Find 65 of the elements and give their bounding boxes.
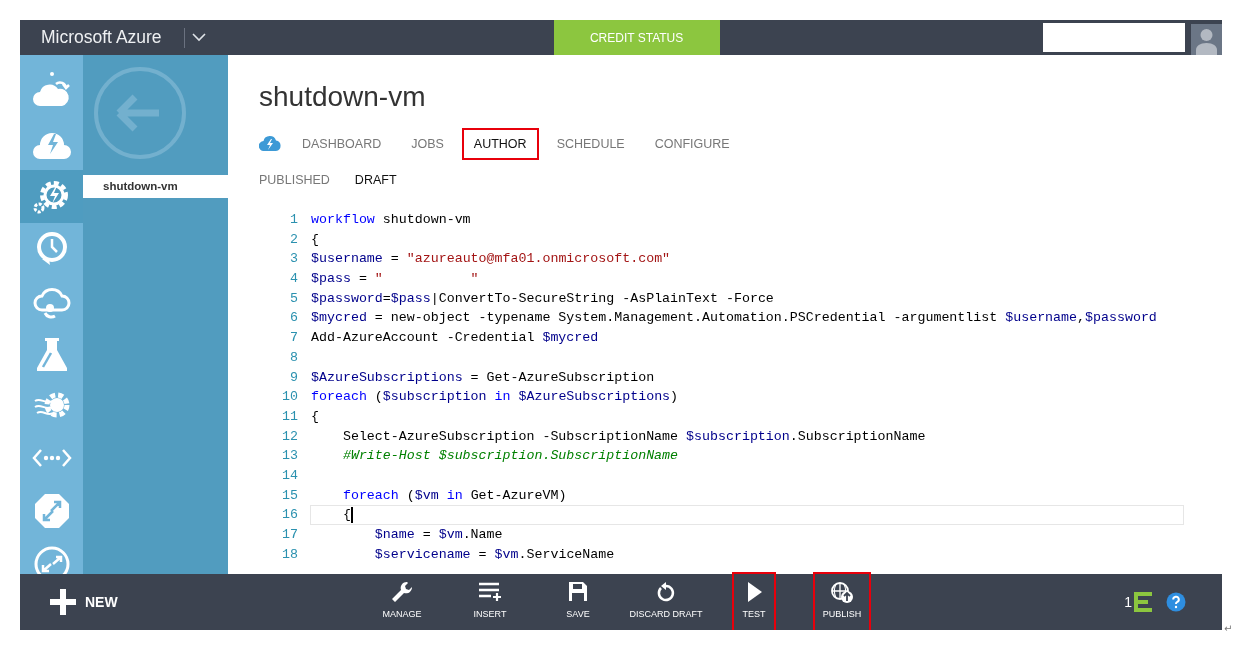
text-cursor [350,507,353,524]
line-number: 15 [281,486,298,505]
line-number: 1 [289,211,298,229]
line-number: 8 [289,348,298,367]
tab[interactable]: DASHBOARD [290,127,394,160]
paragraph-mark: ↵ [1224,622,1233,636]
code-line: $AzureSubscriptions = Get-AzureSubscription [311,368,655,387]
globe-upload-icon [830,580,854,604]
subtab[interactable]: PUBLISHED [259,170,330,190]
line-number: 16 [281,506,298,525]
nav-item[interactable] [20,170,83,223]
search-field[interactable] [1043,23,1185,52]
line-number: 14 [281,466,298,485]
tab[interactable]: CONFIGURE [642,127,742,160]
code-line: { [341,506,351,525]
code-line: $mycred = new-object -typename System.Management.Automation.PSCredential -argumentlist $username,$password [311,309,1157,328]
toolbar-button[interactable]: INSERT [463,572,517,630]
code-line: $servicename = $vm.ServiceName [373,545,615,564]
line-number: 4 [289,270,298,289]
line-number: 10 [281,388,298,407]
help-icon[interactable] [1166,592,1186,612]
line-number: 2 [289,230,298,249]
toolbar-button[interactable]: TEST [732,572,776,630]
code-line: $name = $vm.Name [373,526,503,544]
code-line: $password=$pass|ConvertTo-SecureString -AsPlainText -Force [311,289,774,308]
list-icon[interactable] [1134,592,1152,612]
toolbar-button[interactable]: DISCARD DRAFT [619,572,713,630]
line-number: 12 [281,427,298,446]
avatar-icon[interactable] [1191,24,1222,55]
line-number: 9 [289,368,298,387]
wrench-icon [390,580,414,604]
code-line: $pass = " " [311,270,479,289]
line-number: 11 [281,407,298,426]
code-line: Add-AzureAccount -Credential $mycred [311,329,599,348]
new-button[interactable]: NEW [50,589,358,615]
tab[interactable]: AUTHOR [461,127,539,160]
toolbar-button[interactable]: MANAGE [372,572,432,630]
toolbar-button[interactable]: PUBLISH [812,572,872,630]
code-line: $username = "azureauto@mfa01.onmicrosoft.com" [311,250,671,269]
line-number: 3 [289,250,298,269]
code-line: workflow shutdown-vm [311,211,471,229]
list-plus-icon [478,580,502,604]
line-number: 6 [289,309,298,328]
line-number: 18 [281,545,298,564]
code-line: Select-AzureSubscription -SubscriptionName $subscription.SubscriptionName [341,427,926,446]
cloud-bolt-icon [259,136,281,151]
sidebar-item[interactable]: shutdown-vm [83,175,228,198]
line-number: 7 [289,329,298,348]
line-number: 13 [281,447,298,466]
line-number: 17 [281,526,298,544]
chevron-down-icon[interactable] [191,33,206,42]
code-line: { [311,230,319,249]
subtab[interactable]: DRAFT [354,170,397,190]
code-line: foreach ($subscription in $AzureSubscriptions) [311,388,679,407]
page-title: shutdown-vm [259,80,427,114]
code-line: { [311,407,319,426]
notification-count[interactable]: 1 [1124,594,1132,610]
tab[interactable]: JOBS [399,127,456,160]
brand-title: Microsoft Azure [41,27,162,48]
tab[interactable]: SCHEDULE [544,127,637,160]
toolbar-button[interactable]: SAVE [556,572,600,630]
code-line: foreach ($vm in Get-AzureVM) [341,486,567,505]
line-number: 5 [289,289,298,308]
plus-icon [50,589,76,615]
code-line: #Write-Host $subscription.SubscriptionName [341,447,679,466]
